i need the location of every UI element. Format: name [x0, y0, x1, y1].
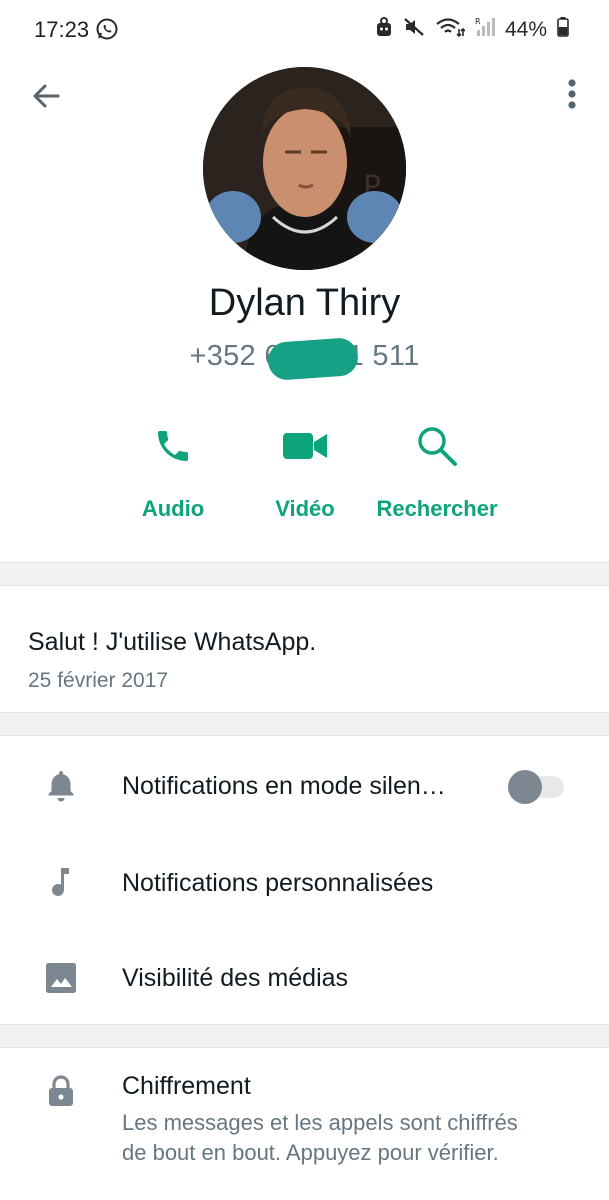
status-bar: 17:23 R 44%: [0, 0, 609, 48]
contact-avatar[interactable]: P: [203, 67, 406, 270]
whatsapp-icon: [95, 17, 119, 46]
search-button[interactable]: Rechercher: [367, 420, 507, 522]
audio-label: Audio: [141, 496, 205, 521]
about-text: Salut ! J'utilise WhatsApp.: [28, 628, 317, 656]
section-divider: [0, 1024, 609, 1048]
battery-percent: 44%: [504, 17, 547, 41]
wifi-icon: [435, 16, 466, 43]
arrow-left-icon: [33, 84, 60, 108]
more-options-button[interactable]: [552, 72, 592, 116]
status-time: 17:23: [34, 17, 90, 42]
phone-icon: [158, 431, 188, 461]
media-visibility-label: Visibilité des médias: [122, 963, 349, 992]
media-visibility-row[interactable]: Visibilité des médias: [0, 938, 609, 1018]
music-note-icon: [44, 866, 78, 900]
encryption-row[interactable]: Chiffrement Les messages et les appels s…: [0, 1066, 609, 1200]
vpn-icon: [375, 17, 393, 42]
video-icon: [283, 433, 327, 459]
mute-icon: [403, 16, 425, 43]
video-call-button[interactable]: Vidéo: [235, 420, 375, 522]
signal-icon: R: [475, 16, 495, 43]
encryption-title: Chiffrement: [122, 1072, 251, 1100]
more-vert-icon: [568, 79, 576, 109]
mute-notifications-toggle[interactable]: [508, 770, 564, 804]
image-icon: [44, 961, 78, 995]
about-date: 25 février 2017: [28, 669, 169, 692]
mute-notifications-label: Notifications en mode silen…: [122, 771, 446, 800]
contact-actions: Audio Vidéo Rechercher: [0, 420, 609, 530]
custom-notifications-row[interactable]: Notifications personnalisées: [0, 843, 609, 923]
search-label: Rechercher: [376, 496, 498, 521]
lock-icon: [44, 1074, 78, 1108]
video-label: Vidéo: [275, 496, 335, 521]
section-divider: [0, 562, 609, 586]
custom-notifications-label: Notifications personnalisées: [122, 868, 434, 897]
contact-name: Dylan Thiry: [208, 282, 401, 324]
bell-icon: [44, 769, 78, 803]
about-section[interactable]: Salut ! J'utilise WhatsApp. 25 février 2…: [28, 628, 316, 693]
redaction-mark: [266, 336, 360, 382]
svg-text:R: R: [475, 17, 481, 26]
search-icon: [418, 427, 457, 466]
back-button[interactable]: [26, 76, 66, 116]
section-divider: [0, 712, 609, 736]
audio-call-button[interactable]: Audio: [103, 420, 243, 522]
encryption-description: Les messages et les appels sont chiffrés…: [122, 1110, 518, 1165]
battery-icon: [557, 17, 569, 42]
